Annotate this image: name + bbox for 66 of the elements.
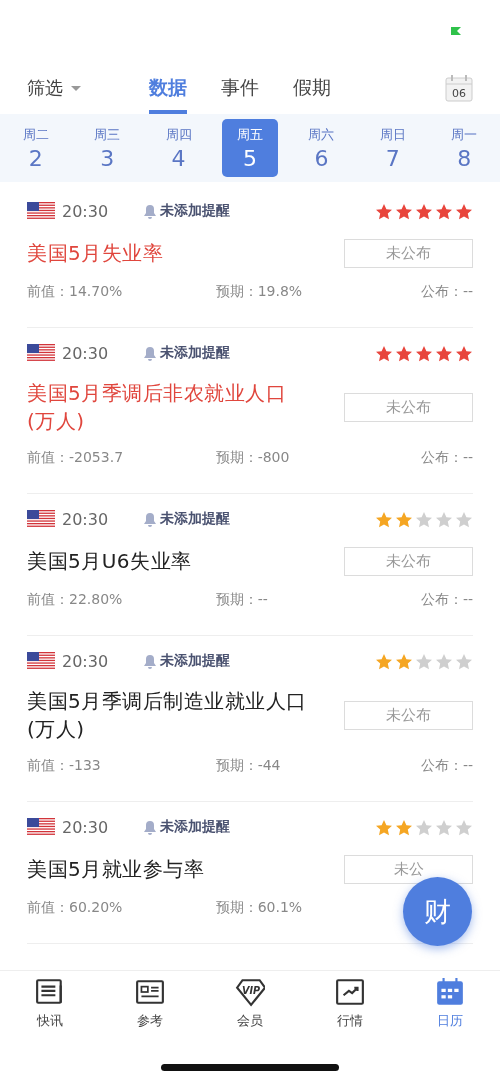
nav-tab[interactable]: 快讯 (35, 977, 65, 1042)
previous-value: 前值：60.20% (27, 899, 123, 917)
event-time: 20:30 (62, 817, 110, 837)
bell-icon (144, 653, 156, 669)
status-box: 未公布 (344, 238, 473, 268)
day-tab[interactable]: 周二 2 (7, 119, 64, 177)
event-time: 20:30 (62, 201, 110, 221)
day-tab[interactable]: 周一 8 (436, 119, 493, 177)
event-title: 美国5月失业率 (27, 240, 165, 267)
event-time: 20:30 (62, 509, 110, 529)
reminder-button[interactable]: 未添加提醒 (144, 818, 230, 836)
reminder-button[interactable]: 未添加提醒 (144, 652, 230, 670)
reminder-button[interactable]: 未添加提醒 (144, 344, 230, 362)
flag-icon (27, 818, 55, 836)
tab[interactable]: 假期 (293, 62, 331, 114)
flag-icon (27, 510, 55, 528)
previous-value: 前值：22.80% (27, 591, 123, 609)
nav-tab[interactable]: VIP 会员 (235, 977, 265, 1042)
previous-value: 前值：-133 (27, 757, 101, 775)
bell-icon (144, 203, 156, 219)
flag-icon (27, 652, 55, 670)
status-box: 未公布 (344, 392, 473, 422)
bell-icon (144, 511, 156, 527)
status-box: 未公布 (344, 546, 473, 576)
flag-icon (27, 202, 55, 220)
actual-value: 公布：-- (420, 449, 473, 467)
reminder-button[interactable]: 未添加提醒 (144, 510, 230, 528)
bell-icon (144, 345, 156, 361)
bell-icon (144, 819, 156, 835)
forecast-value: 预期：60.1% (215, 899, 303, 917)
chart-icon (335, 977, 365, 1007)
day-tab[interactable]: 周六 6 (293, 119, 350, 177)
day-tab[interactable]: 周三 3 (79, 119, 136, 177)
actual-value: 公布：-- (420, 591, 473, 609)
day-tab[interactable]: 周日 7 (364, 119, 421, 177)
event-time: 20:30 (62, 651, 110, 671)
forecast-value: 预期：-- (215, 591, 268, 609)
forecast-value: 预期：19.8% (215, 283, 303, 301)
id-card-icon (135, 977, 165, 1007)
event-title: 美国5月季调后制造业就业人口(万人) (27, 688, 308, 743)
previous-value: 前值：14.70% (27, 283, 123, 301)
reminder-button[interactable]: 未添加提醒 (144, 202, 230, 220)
flag-icon (27, 344, 55, 362)
nav-tab[interactable]: 日历 (435, 977, 465, 1042)
calendar-icon (435, 977, 465, 1007)
event-time: 20:30 (62, 343, 110, 363)
forecast-value: 预期：-800 (215, 449, 290, 467)
status-box: 未公布 (344, 700, 473, 730)
nav-tab[interactable]: 参考 (135, 977, 165, 1042)
event-title: 美国5月U6失业率 (27, 548, 193, 575)
day-tab[interactable]: 周五 5 (222, 119, 278, 177)
nav-tab[interactable]: 行情 (335, 977, 365, 1042)
actual-value: 公布：-- (420, 283, 473, 301)
newspaper-icon (35, 977, 65, 1007)
event-title: 美国5月就业参与率 (27, 856, 206, 883)
calendar-icon[interactable]: 06 (445, 74, 473, 102)
actual-value: 公布：-- (420, 757, 473, 775)
forecast-value: 预期：-44 (215, 757, 281, 775)
floating-action-button[interactable]: 财 (403, 877, 472, 946)
filter-dropdown[interactable]: 筛选 (27, 76, 137, 100)
event-title: 美国5月季调后非农就业人口(万人) (27, 380, 288, 435)
day-tab[interactable]: 周四 4 (150, 119, 207, 177)
vip-diamond-icon: VIP (235, 977, 265, 1007)
caret-icon (71, 85, 81, 91)
previous-value: 前值：-2053.7 (27, 449, 124, 467)
tab[interactable]: 事件 (221, 62, 259, 114)
